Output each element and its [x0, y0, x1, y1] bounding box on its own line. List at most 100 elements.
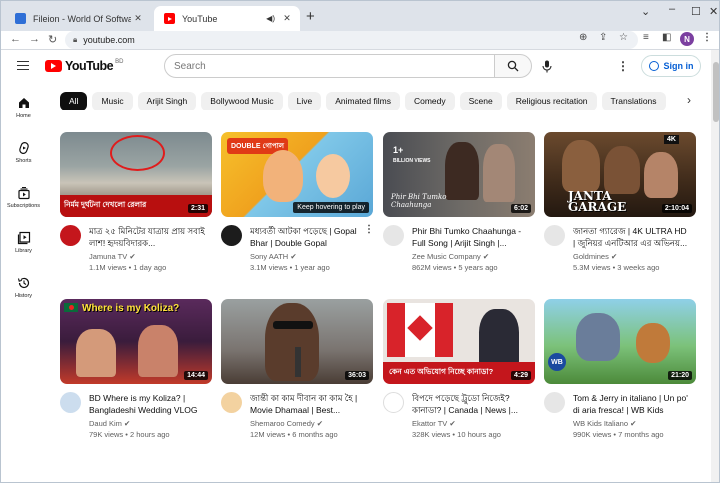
video-thumbnail[interactable]: DOUBLE গোপাল Keep hovering to play — [221, 132, 373, 217]
channel-label: Daud Kim — [89, 419, 122, 428]
channel-name[interactable]: Goldmines ✔ — [573, 252, 617, 261]
chip-all[interactable]: All — [60, 92, 88, 110]
video-title[interactable]: জানতা গ্যারেজ | 4K ULTRA HD | জুনিয়র এন… — [573, 225, 689, 249]
channel-name[interactable]: Ekattor TV ✔ — [412, 419, 456, 428]
cartoon-figure — [316, 154, 350, 198]
chip-comedy[interactable]: Comedy — [404, 92, 455, 110]
video-thumbnail[interactable]: নির্মম দুর্ঘটনা দেখলো রেলার 2:31 — [60, 132, 212, 217]
video-thumbnail[interactable]: 4K JANTA GARAGE 2:10:04 — [544, 132, 696, 217]
channel-name[interactable]: WB Kids Italiano ✔ — [573, 419, 636, 428]
channel-avatar[interactable] — [221, 392, 242, 413]
browser-menu-icon[interactable]: ⋮ — [702, 32, 712, 43]
new-tab-icon[interactable]: + — [306, 9, 315, 24]
chip-music[interactable]: Music — [92, 92, 133, 110]
address-bar[interactable]: 🔒︎ youtube.com — [65, 31, 638, 49]
sign-in-label: Sign in — [663, 61, 694, 71]
tab-youtube[interactable]: YouTube ◀) ✕ — [154, 6, 300, 31]
video-card[interactable]: নির্মম দুর্ঘটনা দেখলো রেলার 2:31 মাত্র ২… — [60, 132, 212, 275]
video-card[interactable]: Where is my Koliza? 14:44 BD Where is my… — [60, 299, 212, 442]
channel-avatar[interactable] — [221, 225, 242, 246]
video-card[interactable]: 4K JANTA GARAGE 2:10:04 জানতা গ্যারেজ | … — [544, 132, 696, 275]
install-app-icon[interactable]: ⊕ — [579, 32, 587, 43]
chip-arijit-singh[interactable]: Arijit Singh — [137, 92, 197, 110]
video-card[interactable]: কেন এত অভিযোগ নিচ্ছে কানাডা? 4:29 বিপদে … — [383, 299, 535, 442]
sidebar-item-shorts[interactable]: Shorts — [1, 141, 46, 164]
channel-avatar[interactable] — [544, 225, 565, 246]
bookmark-star-icon[interactable]: ☆ — [619, 32, 628, 43]
video-thumbnail[interactable]: WB 21:20 — [544, 299, 696, 384]
hamburger-menu-icon[interactable] — [17, 61, 29, 70]
video-title[interactable]: মধ্যবর্তী আটকা পড়েছে | Gopal Bhar | Dou… — [250, 225, 366, 249]
channel-avatar[interactable] — [60, 392, 81, 413]
channel-name[interactable]: Sony AATH ✔ — [250, 252, 297, 261]
video-card[interactable]: DOUBLE গোপাল Keep hovering to play মধ্যব… — [221, 132, 374, 275]
chip-scroll-right-icon[interactable]: › — [687, 93, 691, 107]
close-tab-icon[interactable]: ✕ — [280, 13, 294, 24]
4k-badge: 4K — [664, 135, 679, 144]
video-title[interactable]: Tom & Jerry in italiano | Un po' di aria… — [573, 392, 689, 416]
channel-name[interactable]: Jamuna TV ✔ — [89, 252, 136, 261]
tab-fileion[interactable]: Fileion - World Of Software ✕ — [5, 6, 151, 31]
reading-list-icon[interactable]: ≡ — [643, 32, 649, 43]
video-thumbnail[interactable]: Where is my Koliza? 14:44 — [60, 299, 212, 384]
close-window-icon[interactable]: ✕ — [709, 5, 718, 18]
voice-search-button[interactable] — [539, 58, 555, 74]
video-card[interactable]: WB 21:20 Tom & Jerry in italiano | Un po… — [544, 299, 696, 442]
sign-in-button[interactable]: Sign in — [641, 55, 701, 77]
video-title[interactable]: BD Where is my Koliza? | Bangladeshi Wed… — [89, 392, 205, 416]
chip-translations[interactable]: Translations — [601, 92, 666, 110]
side-panel-icon[interactable]: ◧ — [662, 32, 671, 43]
sidebar-item-home[interactable]: Home — [1, 96, 46, 119]
logo-text: YouTube — [65, 59, 114, 73]
maximize-icon[interactable]: ☐ — [691, 5, 701, 18]
channel-avatar[interactable] — [383, 225, 404, 246]
chip-live[interactable]: Live — [287, 92, 322, 110]
video-stats: 12M views • 6 months ago — [250, 430, 338, 439]
channel-avatar[interactable] — [383, 392, 404, 413]
minimize-icon[interactable]: – — [669, 3, 675, 15]
fileion-favicon-icon — [15, 13, 26, 24]
video-card[interactable]: 36:03 জান্তী কা কাম দীবান কা কাম হৈ | Mo… — [221, 299, 373, 442]
video-title[interactable]: Phir Bhi Tumko Chaahunga - Full Song | A… — [412, 225, 528, 249]
channel-name[interactable]: Daud Kim ✔ — [89, 419, 130, 428]
lock-icon[interactable]: 🔒︎ — [73, 35, 77, 45]
sidebar-item-subscriptions[interactable]: Subscriptions — [1, 186, 46, 209]
channel-avatar[interactable] — [544, 392, 565, 413]
chip-religious-recitation[interactable]: Religious recitation — [506, 92, 597, 110]
channel-name[interactable]: Shemaroo Comedy ✔ — [250, 419, 323, 428]
video-thumbnail[interactable]: 36:03 — [221, 299, 373, 384]
search-placeholder: Search — [174, 60, 206, 72]
back-icon[interactable]: ← — [10, 33, 21, 45]
profile-avatar[interactable]: N — [680, 32, 694, 46]
video-title[interactable]: বিপদে পড়েছে ট্রুডো নিজেই? কানাডা? | Can… — [412, 392, 528, 416]
channel-name[interactable]: Zee Music Company ✔ — [412, 252, 489, 261]
page-scrollbar[interactable] — [711, 50, 719, 482]
video-title[interactable]: জান্তী কা কাম দীবান কা কাম হৈ | Movie Dh… — [250, 392, 366, 416]
sidebar-item-library[interactable]: Library — [1, 231, 46, 254]
video-duration: 36:03 — [345, 371, 369, 380]
youtube-logo[interactable]: YouTube BD — [45, 59, 123, 73]
scrollbar-thumb[interactable] — [713, 62, 719, 122]
verified-icon: ✔ — [630, 419, 637, 428]
search-input[interactable]: Search — [164, 54, 495, 78]
speaker-icon[interactable]: ◀) — [266, 14, 275, 23]
settings-menu-icon[interactable]: ⋮ — [617, 59, 629, 73]
video-title[interactable]: মাত্র ২৫ মিনিটের যাত্রায় প্রায় সবাই লা… — [89, 225, 205, 249]
video-thumbnail[interactable]: 1+ BILLION VIEWS Phir Bhi Tumko Chaahunga… — [383, 132, 535, 217]
channel-avatar[interactable] — [60, 225, 81, 246]
chip-animated-films[interactable]: Animated films — [326, 92, 400, 110]
more-actions-icon[interactable]: ⋮ — [364, 224, 374, 235]
microphone-icon — [542, 60, 552, 72]
search-button[interactable] — [494, 54, 532, 78]
youtube-favicon-icon — [164, 13, 175, 24]
video-card[interactable]: 1+ BILLION VIEWS Phir Bhi Tumko Chaahunga… — [383, 132, 535, 275]
chip-bollywood-music[interactable]: Bollywood Music — [201, 92, 283, 110]
chip-scene[interactable]: Scene — [459, 92, 502, 110]
share-icon[interactable]: ⇪ — [599, 32, 607, 43]
sidebar-item-history[interactable]: History — [1, 276, 46, 299]
close-tab-icon[interactable]: ✕ — [131, 13, 145, 24]
video-thumbnail[interactable]: কেন এত অভিযোগ নিচ্ছে কানাডা? 4:29 — [383, 299, 535, 384]
forward-icon[interactable]: → — [29, 33, 40, 45]
reload-icon[interactable]: ↻ — [48, 33, 57, 46]
tab-search-chevron-icon[interactable]: ⌄ — [641, 5, 650, 18]
